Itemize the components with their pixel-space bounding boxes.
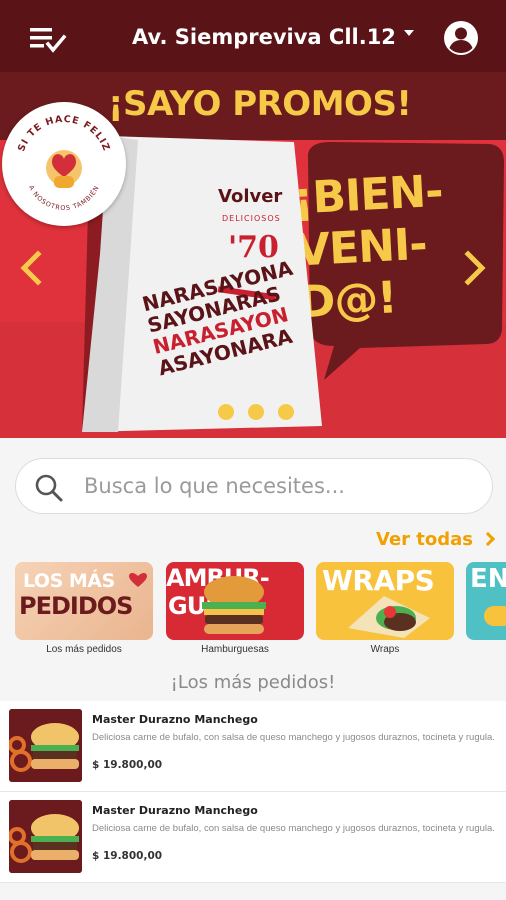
category-label: Wraps <box>370 644 400 655</box>
bag-deliciosos-text: DELICIOSOS <box>222 214 281 223</box>
search-bar[interactable] <box>15 458 493 514</box>
category-tile-text: LOS MÁS <box>23 570 115 592</box>
carousel-dot[interactable] <box>218 404 234 420</box>
app-screen: Av. Siempreviva Cll.12 ¡BIEN- VENI- D@! … <box>0 0 506 900</box>
carousel-dot[interactable] <box>248 404 264 420</box>
section-title: ¡Los más pedidos! <box>170 672 336 693</box>
search-icon <box>35 474 63 502</box>
category-image: AMBUR- GUESA <box>166 562 304 640</box>
product-description: Deliciosa carne de bufalo, con salsa de … <box>92 732 495 743</box>
top-app-bar: Av. Siempreviva Cll.12 <box>0 0 506 72</box>
promo-banner-carousel[interactable]: ¡BIEN- VENI- D@! Volver DELICIOSOS '70 N… <box>0 72 506 438</box>
category-tile-text: PEDIDOS <box>19 592 133 620</box>
heart-icon <box>129 572 147 587</box>
delivery-address-selector[interactable]: Av. Siempreviva Cll.12 <box>132 20 414 54</box>
see-all-link[interactable]: Ver todas <box>376 526 496 552</box>
carousel-next-chevron-icon[interactable] <box>462 248 490 288</box>
category-label: Los más pedidos <box>46 644 122 655</box>
category-carousel[interactable]: LOS MÁS PEDIDOS Los más pedidos AMBUR- G… <box>0 562 506 658</box>
happy-seal-badge: SI TE HACE FELIZ A NOSOTROS TAMBIÉN <box>2 102 126 226</box>
category-image: EN <box>466 562 506 640</box>
account-icon[interactable] <box>443 20 479 56</box>
chevron-right-icon <box>480 531 496 547</box>
wrap-image <box>348 596 430 638</box>
category-most-ordered[interactable]: LOS MÁS PEDIDOS Los más pedidos <box>15 562 153 655</box>
product-item[interactable]: Master Durazno Manchego Deliciosa carne … <box>0 792 506 882</box>
product-price: $ 19.800,00 <box>92 850 163 862</box>
search-input[interactable] <box>84 469 474 503</box>
caret-down-icon <box>403 30 414 36</box>
seal-bottom-text: A NOSOTROS TAMBIÉN <box>27 184 100 212</box>
svg-text:SI TE HACE FELIZ: SI TE HACE FELIZ <box>16 114 112 153</box>
carousel-prev-chevron-icon[interactable] <box>16 248 44 288</box>
carousel-dots <box>218 404 294 420</box>
promo-title: ¡SAYO PROMOS! <box>108 84 412 124</box>
category-tile-text: EN <box>470 564 506 594</box>
category-partial[interactable]: EN <box>466 562 506 640</box>
category-label: Hamburguesas <box>201 644 269 655</box>
product-price: $ 19.800,00 <box>92 759 163 771</box>
product-description: Deliciosa carne de bufalo, con salsa de … <box>92 823 495 834</box>
carousel-dot[interactable] <box>278 404 294 420</box>
orders-list-icon[interactable] <box>28 22 70 56</box>
delivery-address-text: Av. Siempreviva Cll.12 <box>132 25 396 49</box>
category-wraps[interactable]: WRAPS Wraps <box>316 562 454 655</box>
see-all-label: Ver todas <box>376 528 474 550</box>
category-image: LOS MÁS PEDIDOS <box>15 562 153 640</box>
bag-volver-text: Volver <box>218 186 283 207</box>
product-image <box>9 800 82 873</box>
product-image <box>9 709 82 782</box>
product-name: Master Durazno Manchego <box>92 804 258 817</box>
product-item[interactable]: Master Durazno Manchego Deliciosa carne … <box>0 701 506 791</box>
burger-image <box>202 576 266 634</box>
svg-text:A NOSOTROS TAMBIÉN: A NOSOTROS TAMBIÉN <box>27 184 101 212</box>
product-name: Master Durazno Manchego <box>92 713 258 726</box>
seal-top-text: SI TE HACE FELIZ <box>16 114 111 153</box>
category-image: WRAPS <box>316 562 454 640</box>
divider <box>0 882 506 883</box>
category-burgers[interactable]: AMBUR- GUESA Hamburguesas <box>166 562 304 655</box>
